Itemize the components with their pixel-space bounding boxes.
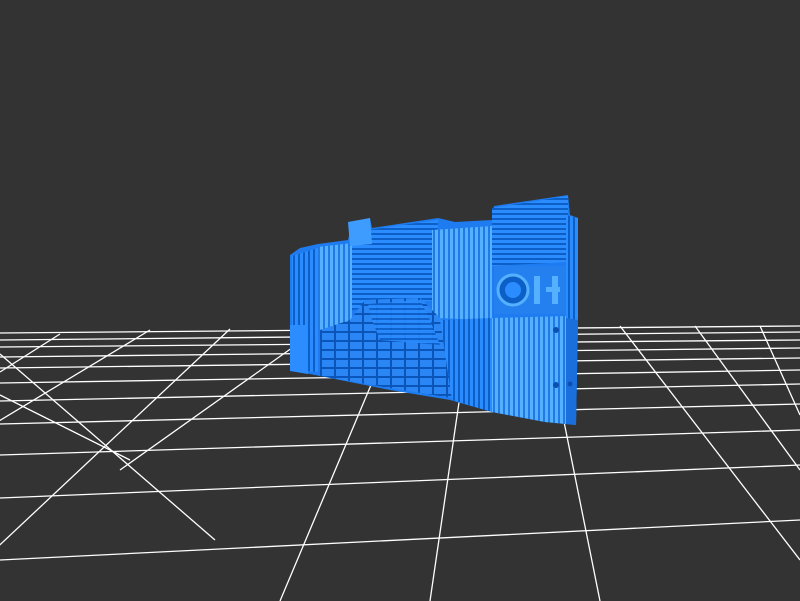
viewport-scene[interactable] [0,0,800,601]
panel-left-lower [290,325,308,374]
panel-lower-right-edge [566,318,578,425]
panel-right-top-hstripes [492,196,568,266]
rivet-3 [567,381,573,387]
3d-viewport[interactable] [0,0,800,601]
emblem-bar-1 [534,276,540,304]
emblem-bar-3 [552,276,558,304]
rivet-1 [553,327,559,333]
panel-right-edge [566,215,578,320]
wall-panel-model[interactable] [290,195,578,425]
panel-light-stripes-center [432,226,492,320]
rivet-2 [553,382,559,388]
panel-top-nub [348,218,372,246]
panel-light-stripes-left [318,243,352,330]
emblem-circle-inner [505,282,521,298]
